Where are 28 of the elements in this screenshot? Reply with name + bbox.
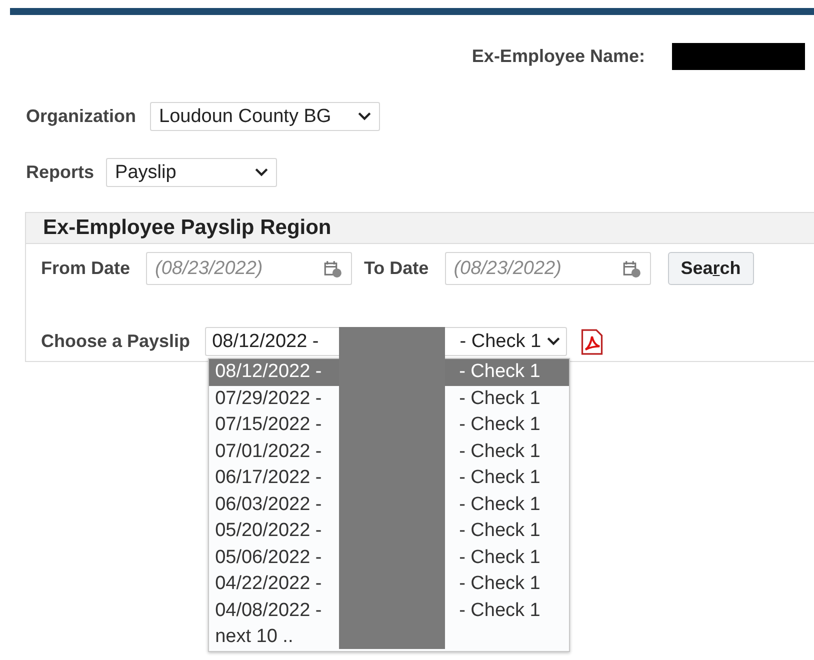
- chevron-icon: [255, 168, 268, 177]
- dropdown-option[interactable]: 04/22/2022 - - Check 1: [209, 571, 570, 598]
- date-field[interactable]: (08/23/2022): [146, 252, 352, 285]
- organization-select[interactable]: Loudoun County BG: [150, 102, 380, 131]
- dropdown-option[interactable]: 07/15/2022 - - Check 1: [209, 412, 570, 438]
- dropdown-option[interactable]: 07/29/2022 - - Check 1: [209, 386, 570, 412]
- field-label: Organization: [26, 106, 136, 127]
- search-button[interactable]: Search: [668, 252, 754, 285]
- dropdown-option[interactable]: 04/08/2022 - - Check 1: [209, 598, 570, 624]
- field-label: From Date: [41, 258, 130, 279]
- dropdown-option[interactable]: next 10 ..: [209, 624, 570, 650]
- chevron-icon: [358, 112, 372, 121]
- dropdown-option[interactable]: 05/06/2022 - - Check 1: [209, 544, 570, 571]
- pdf-icon[interactable]: [579, 328, 606, 354]
- chevron-icon: [547, 337, 560, 346]
- dropdown-option[interactable]: 06/03/2022 - - Check 1: [209, 492, 570, 518]
- dropdown-option[interactable]: 06/17/2022 - - Check 1: [209, 465, 570, 492]
- region-title: Ex-Employee Payslip Region: [43, 216, 332, 240]
- field-label: Reports: [26, 162, 94, 183]
- calendar-icon[interactable]: [324, 260, 342, 278]
- field-label: To Date: [364, 258, 429, 279]
- reports-select[interactable]: Payslip: [106, 158, 278, 187]
- date-field[interactable]: (08/23/2022): [444, 252, 651, 285]
- field-label: Ex-Employee Name:: [472, 46, 645, 67]
- calendar-icon[interactable]: [622, 260, 641, 278]
- dropdown-option[interactable]: 05/20/2022 - - Check 1: [209, 518, 570, 544]
- field-label: Choose a Payslip: [41, 331, 190, 352]
- dropdown-option[interactable]: 07/01/2022 - - Check 1: [209, 438, 570, 465]
